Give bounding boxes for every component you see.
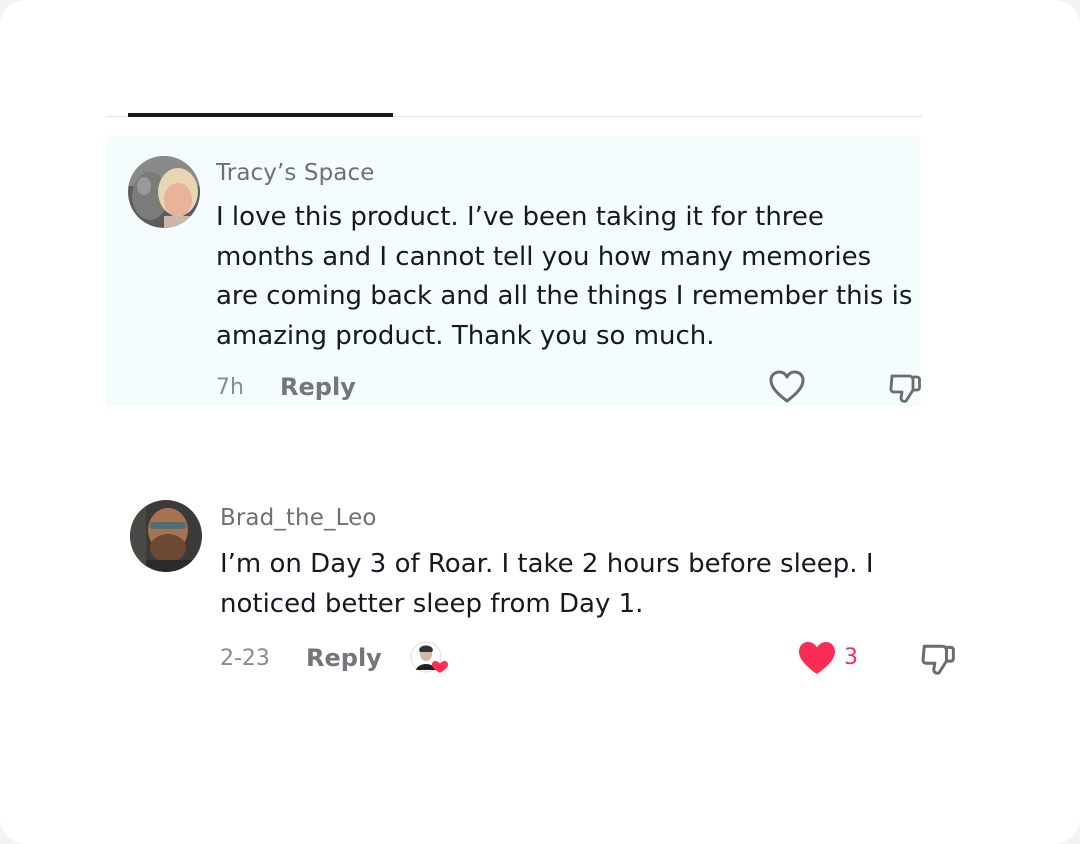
comment-username[interactable]: Tracy’s Space <box>216 160 374 186</box>
creator-liked-badge <box>410 640 450 676</box>
like-count: 3 <box>844 645 858 670</box>
comment-timestamp: 2-23 <box>220 646 270 671</box>
heart-filled-icon[interactable] <box>798 641 836 676</box>
comment-username[interactable]: Brad_the_Leo <box>220 505 377 531</box>
reply-button[interactable]: Reply <box>306 644 382 672</box>
reply-button[interactable]: Reply <box>280 373 356 401</box>
comment-item: Tracy’s Space I love this product. I’ve … <box>106 136 922 406</box>
avatar[interactable] <box>130 500 202 572</box>
thumbs-down-icon[interactable] <box>920 641 956 677</box>
comment-text: I’m on Day 3 of Roar. I take 2 hours bef… <box>220 549 874 619</box>
comment-text: I love this product. I’ve been taking it… <box>216 202 913 351</box>
comments-panel: Tracy’s Space I love this product. I’ve … <box>0 0 1080 844</box>
active-tab-indicator <box>128 113 393 117</box>
thumbs-down-icon[interactable] <box>888 371 922 405</box>
comment-timestamp: 7h <box>216 375 244 400</box>
heart-outline-icon[interactable] <box>769 370 805 404</box>
comment-item: Brad_the_Leo I’m on Day 3 of Roar. I tak… <box>106 476 966 696</box>
avatar[interactable] <box>128 156 200 228</box>
